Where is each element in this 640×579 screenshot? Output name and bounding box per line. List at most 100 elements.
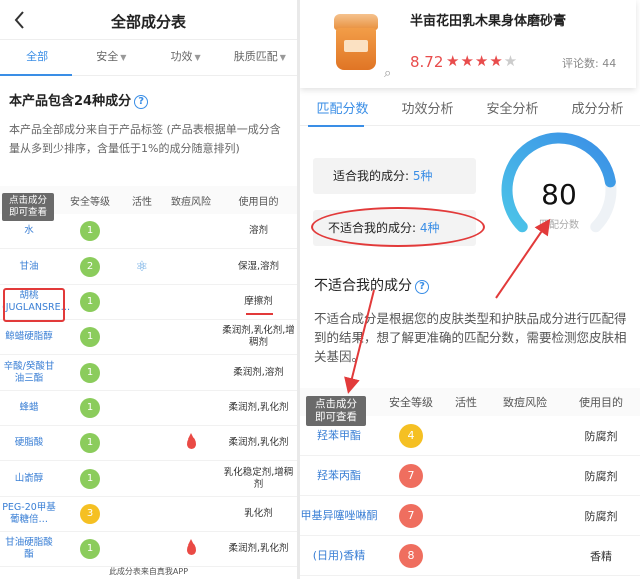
safety-level: 1 (58, 433, 122, 453)
ingredient-name[interactable]: 硬脂酸 (0, 437, 58, 449)
table-body: 水 1 溶剂 甘油 2 ⚛ 保湿,溶剂 胡桃(JUGLANSRE… 1 摩擦剂 鲸蜡硬脂醇 1 柔润剂,… (0, 214, 297, 567)
safety-level: 7 (378, 503, 444, 528)
col-safety: 安全等级 (389, 396, 433, 409)
tab-safety-analysis[interactable]: 安全分析 (470, 98, 555, 125)
match-score-value: 80 (541, 178, 577, 211)
safety-level: 1 (58, 362, 122, 383)
help-icon[interactable]: ? (415, 280, 429, 294)
safety-level: 1 (58, 292, 122, 312)
usage-purpose: 防腐剂 (584, 469, 618, 483)
tab-efficacy[interactable]: 功效 ▼ (149, 40, 223, 75)
table-row[interactable]: 羟苯丙酯 7 防腐剂 (300, 456, 640, 496)
oval-annotation (311, 207, 485, 247)
safety-level-badge: 2 (80, 256, 100, 277)
table-row[interactable]: 硬脂酸 1 柔润剂,乳化剂 (0, 426, 297, 461)
ingredient-name[interactable]: 辛酸/癸酸甘油三酯 (0, 361, 58, 385)
ingredient-name[interactable]: 水 (0, 225, 58, 237)
ingredient-name[interactable]: 鲸蜡硬脂醇 (0, 331, 58, 343)
safety-level: 1 (58, 221, 122, 241)
safety-level-badge: 1 (80, 433, 100, 453)
ingredient-count-title: 本产品包含24种成分? (9, 90, 149, 109)
col-safety: 安全等级 (70, 196, 110, 208)
table-row[interactable]: 鲸蜡硬脂醇 1 柔润剂,乳化剂,增稠剂 (0, 320, 297, 355)
table-row[interactable]: 甘油 2 ⚛ 保湿,溶剂 (0, 249, 297, 285)
suitable-label: 适合我的成分: (333, 169, 410, 183)
ingredient-name[interactable]: 甲基异噻唑啉酮 (300, 509, 378, 523)
usage-purpose: 乳化剂 (244, 508, 273, 519)
tab-ingredient-analysis[interactable]: 成分分析 (555, 98, 640, 125)
table-row[interactable]: 蜂蜡 1 柔润剂,乳化剂 (0, 391, 297, 426)
col-activity: 活性 (455, 396, 477, 409)
full-stars-icon: ★★★★ (446, 52, 504, 70)
page-title: 全部成分表 (110, 13, 186, 31)
ingredient-name[interactable]: 蜂蜡 (0, 402, 58, 414)
tab-all[interactable]: 全部 (0, 40, 74, 75)
review-count[interactable]: 评论数: 44 (562, 55, 616, 71)
safety-level-badge: 1 (80, 539, 100, 559)
col-acne: 致痘风险 (503, 396, 547, 409)
usage-purpose: 香精 (590, 549, 612, 563)
table-row[interactable]: 甲基异噻唑啉酮 7 防腐剂 (300, 496, 640, 536)
help-icon[interactable]: ? (134, 95, 149, 109)
ingredient-name[interactable]: 山嵛醇 (0, 473, 58, 485)
safety-level: 3 (58, 504, 122, 524)
col-activity: 活性 (132, 196, 152, 208)
safety-level-badge: 1 (80, 468, 100, 489)
usage-purpose: 防腐剂 (584, 509, 618, 523)
active-tab-indicator (308, 125, 364, 127)
acne-risk-cell (162, 539, 220, 555)
safety-level-badge: 8 (399, 543, 423, 568)
unsuitable-heading: 不适合我的成分? (314, 275, 429, 295)
tab-efficacy-analysis[interactable]: 功效分析 (385, 98, 470, 125)
usage-purpose: 柔润剂,乳化剂 (228, 402, 289, 413)
safety-level-badge: 7 (399, 463, 423, 488)
safety-level: 4 (378, 423, 444, 448)
ingredient-name[interactable]: 羟苯丙酯 (300, 469, 378, 483)
ingredient-name[interactable]: 甘油硬脂酸酯 (0, 537, 58, 561)
ingredient-name[interactable]: 甘油 (0, 261, 58, 273)
table-row[interactable]: (日用)香精 8 香精 (300, 536, 640, 576)
unsuitable-heading-text: 不适合我的成分 (314, 278, 412, 294)
usage-purpose: 保湿,溶剂 (237, 260, 280, 272)
safety-level: 1 (58, 398, 122, 418)
safety-level-badge: 1 (80, 362, 100, 383)
safety-level-badge: 1 (80, 292, 100, 312)
half-star-icon: ★ (503, 52, 519, 70)
tab-match-score[interactable]: 匹配分数 (300, 98, 385, 125)
safety-level-badge: 1 (80, 221, 100, 241)
product-card[interactable]: ⌕ 半亩花田乳木果身体磨砂膏 8.72 ★★★★★ 评论数: 44 (300, 0, 636, 88)
product-image (334, 14, 378, 70)
click-ingredient-tooltip: 点击成分即可查看 (306, 396, 366, 426)
underline-annotation (246, 313, 273, 315)
safety-level: 8 (378, 543, 444, 568)
tab-skin-match[interactable]: 肤质匹配 ▼ (223, 40, 297, 75)
ingredient-name[interactable]: 羟苯甲酯 (300, 429, 378, 443)
ingredient-name[interactable]: (日用)香精 (300, 549, 378, 563)
tab-safety[interactable]: 安全 ▼ (74, 40, 148, 75)
usage-purpose: 摩擦剂 (244, 296, 273, 307)
suitable-ingredients-box[interactable]: 适合我的成分: 5种 (313, 158, 476, 194)
tab-skin-match-label: 肤质匹配 (233, 50, 278, 63)
table-row[interactable]: 山嵛醇 1 乳化稳定剂,增稠剂 (0, 461, 297, 497)
safety-level-badge: 7 (399, 503, 423, 528)
ingredient-table: 安全等级 活性 致痘风险 使用目的 水 1 溶剂 甘油 2 ⚛ 保湿,溶剂 胡桃(JUGLAN… (0, 186, 297, 567)
col-acne: 致痘风险 (171, 196, 211, 208)
chevron-down-icon: ▼ (279, 53, 286, 62)
unsuitable-description: 不适合成分是根据您的皮肤类型和护肤品成分进行匹配得到的结果，想了解更准确的匹配分… (314, 311, 627, 364)
left-header: 全部成分表 (0, 0, 297, 40)
active-tab-indicator (0, 74, 72, 76)
product-rating: 8.72 (410, 53, 444, 71)
usage-purpose: 柔润剂,乳化剂 (228, 543, 289, 554)
usage-purpose: 防腐剂 (584, 429, 618, 443)
table-row[interactable]: 甘油硬脂酸酯 1 柔润剂,乳化剂 (0, 532, 297, 567)
table-row[interactable]: PEG-20甲基葡糖倍… 3 乳化剂 (0, 497, 297, 532)
analysis-tabs: 匹配分数 功效分析 安全分析 成分分析 (300, 98, 640, 126)
chevron-down-icon: ▼ (194, 53, 201, 62)
search-icon[interactable]: ⌕ (384, 66, 391, 81)
ingredient-name[interactable]: PEG-20甲基葡糖倍… (0, 502, 58, 526)
ingredient-count-text: 本产品包含24种成分 (9, 94, 132, 109)
table-row[interactable]: 辛酸/癸酸甘油三酯 1 柔润剂,溶剂 (0, 355, 297, 391)
acne-risk-cell (162, 433, 220, 449)
tab-efficacy-label: 功效 (170, 50, 193, 63)
match-score-label: 匹配分数 (539, 220, 579, 231)
